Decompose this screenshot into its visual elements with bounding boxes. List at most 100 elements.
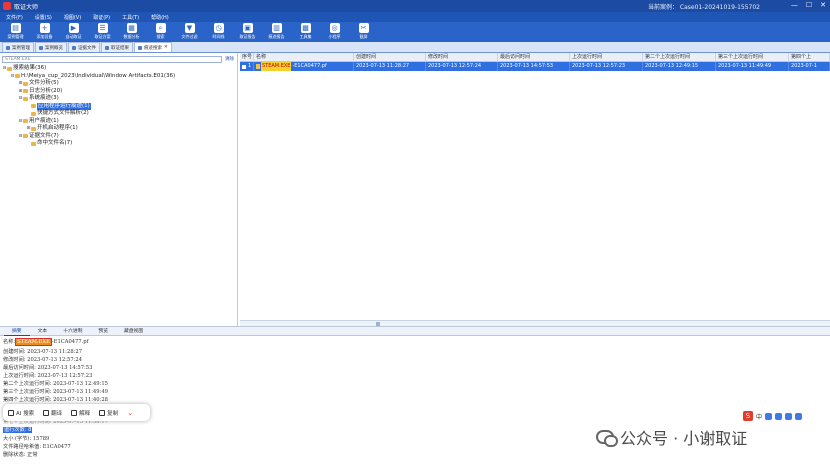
tree-node-label: 应用程序运行痕迹(1) (37, 102, 91, 110)
current-case: 当前案例： Case01-20241019-155702 (648, 4, 760, 11)
tab-results[interactable]: 取证结果 (101, 42, 133, 52)
tab-evidence[interactable]: 证据文件 (68, 42, 100, 52)
tab-summary[interactable]: 摘要 (4, 327, 30, 336)
tab-preview[interactable]: 预览 (90, 327, 116, 336)
column-header-last-run[interactable]: 上次运行时间 (570, 53, 643, 62)
table-row[interactable]: 1 STEAM.EXE -E1CA0477.pf 2023-07-13 11:2… (240, 62, 830, 71)
add-device-icon: + (39, 23, 50, 33)
tab-icon (72, 45, 76, 50)
tab-disk-view[interactable]: 藏盘视图 (116, 327, 151, 336)
report-icon: ▣ (242, 23, 253, 33)
folder-icon (23, 89, 28, 94)
detail-deleted: 删除状态: 正常 (3, 452, 38, 458)
toolbar-add-device-button[interactable]: + 添加设备 (33, 22, 56, 41)
detail-hash: 文件路径哈希值: E1CA0477 (3, 444, 71, 450)
folder-icon (31, 111, 36, 116)
tab-case-management[interactable]: 案例管理 (2, 42, 34, 52)
tree-node[interactable]: ⊟ 搜索结果(36) (2, 65, 236, 73)
toolbar-auto-button[interactable]: ▶ 自动取证 (62, 22, 85, 41)
detail-accessed: 最后访问时间: 2023-07-13 14:57:53 (3, 365, 93, 371)
tree-node-label: 命中文件名(7) (37, 140, 73, 146)
ai-search-icon (8, 409, 14, 416)
copy-button[interactable]: 复制 (99, 409, 118, 417)
toolbar-analysis-button[interactable]: ▦ 数据分析 (120, 22, 143, 41)
case-icon: ▤ (10, 23, 21, 33)
column-header-fourth-run[interactable]: 第四个上 (789, 53, 830, 62)
tab-trace-search[interactable]: 痕迹搜索 ✕ (134, 42, 172, 52)
tree-node[interactable]: 快捷方式文件解析(2) (2, 110, 236, 118)
clear-search-link[interactable]: 清除 (225, 56, 234, 62)
skin-icon[interactable] (785, 412, 793, 420)
grid-icon[interactable] (795, 412, 803, 420)
column-header-second-run[interactable]: 第二个上次运行时间 (643, 53, 716, 62)
search-result-panel: STEAM.EXE 清除 ⊟ 搜索结果(36) ⊟ H:\Meiya_cup_2023… (0, 53, 238, 326)
search-icon (138, 45, 142, 50)
column-header-created[interactable]: 创建时间 (354, 53, 426, 62)
tree-node[interactable]: ⊞ 文件分析(5) (2, 80, 236, 88)
tree-node[interactable]: ⊟ 用户痕迹(1) (2, 118, 236, 126)
scheme-icon: ☰ (97, 23, 108, 33)
tree-node[interactable]: ⊞ 日志分析(20) (2, 88, 236, 96)
page-tabs: 案例管理 案例概览 证据文件 取证结果 痕迹搜索 ✕ (0, 42, 830, 53)
tab-case-overview[interactable]: 案例概览 (35, 42, 67, 52)
toolbar-search-button[interactable]: ⌕ 搜索 (149, 22, 172, 41)
detail-second-run: 第二个上次运行时间: 2023-07-13 12:49:15 (3, 381, 108, 387)
toolbar-screenshot-button[interactable]: ✂ 截屏 (352, 22, 375, 41)
tab-close-icon[interactable]: ✕ (164, 45, 168, 50)
toolbar-tools-button[interactable]: ▩ 工具集 (294, 22, 317, 41)
column-header-index[interactable]: 序号 (240, 53, 254, 62)
toolbar-case-button[interactable]: ▤ 案例管理 (4, 22, 27, 41)
toolbar-scheme-button[interactable]: ☰ 取证方案 (91, 22, 114, 41)
column-header-accessed[interactable]: 最后访问时间 (498, 53, 570, 62)
folder-icon (31, 126, 36, 131)
result-tree: ⊟ 搜索结果(36) ⊟ H:\Meiya_cup_2023\Individual\W… (2, 65, 236, 148)
menu-settings[interactable]: 设置(S) (35, 14, 52, 21)
close-button[interactable]: ✕ (820, 1, 826, 9)
folder-icon (23, 134, 28, 139)
chevron-down-icon[interactable]: ⌄ (127, 409, 133, 417)
tree-node[interactable]: 应用程序运行痕迹(1) (2, 102, 236, 110)
search-input[interactable]: STEAM.EXE (2, 56, 222, 63)
ime-mode[interactable]: 中 (756, 412, 762, 421)
search-icon: ⌕ (155, 23, 166, 33)
row-accessed-cell: 2023-07-13 14:57:53 (498, 62, 570, 71)
menu-tools[interactable]: 工具(T) (122, 14, 139, 21)
minimize-button[interactable]: — (791, 1, 798, 9)
toolbar-report-button[interactable]: ▣ 取证报告 (236, 22, 259, 41)
sogou-icon[interactable]: S (743, 411, 753, 421)
column-header-modified[interactable]: 修改时间 (426, 53, 498, 62)
tree-node[interactable]: ⊟ H:\Meiya_cup_2023\Individual\Window Art… (2, 73, 236, 81)
toolbar-trace-report-button[interactable]: ▥ 痕迹报告 (265, 22, 288, 41)
menu-forensics[interactable]: 取证(P) (93, 14, 110, 21)
tree-node[interactable]: ⊟ 系统痕迹(3) (2, 95, 236, 103)
keyboard-icon[interactable] (765, 412, 773, 420)
selection-toolbar: AI 搜索 翻译 解释 复制 ⌄ (3, 404, 150, 421)
column-header-name[interactable]: 名称 (254, 53, 354, 62)
grid-header: 序号 名称 创建时间 修改时间 最后访问时间 上次运行时间 第二个上次运行时间 … (240, 53, 830, 62)
mic-icon[interactable] (775, 412, 783, 420)
folder-icon (15, 74, 20, 79)
menu-help[interactable]: 帮助(H) (151, 14, 169, 21)
row-checkbox[interactable] (242, 64, 246, 69)
run-count-highlight: 运行次数: 8 (3, 427, 33, 433)
menu-view[interactable]: 视图(V) (64, 14, 81, 21)
toolbar-timeline-button[interactable]: ◷ 时间线 (207, 22, 230, 41)
tree-node[interactable]: ⊟ 证据文件(7) (2, 133, 236, 141)
toolbar-miniapp-button[interactable]: ◎ 小程序 (323, 22, 346, 41)
detail-size: 大小 (字节): 15789 (3, 436, 50, 442)
translate-button[interactable]: 翻译 (43, 409, 62, 417)
tab-hex[interactable]: 十六进制 (55, 327, 90, 336)
menu-file[interactable]: 文件(F) (6, 14, 23, 21)
tree-node[interactable]: 命中文件名(7) (2, 140, 236, 148)
maximize-button[interactable]: ☐ (806, 1, 812, 9)
tree-node-label: H:\Meiya_cup_2023\Individual\Window Arti… (21, 72, 176, 79)
ai-search-button[interactable]: AI 搜索 (8, 409, 34, 417)
folder-icon (23, 81, 28, 86)
toolbar-filter-button[interactable]: ▼ 文件过滤 (178, 22, 201, 41)
explain-button[interactable]: 解释 (71, 409, 90, 417)
detail-last-run: 上次运行时间: 2023-07-13 12:57:23 (3, 373, 93, 379)
tree-node[interactable]: ⊞ 开机启动程序(1) (2, 125, 236, 133)
column-header-third-run[interactable]: 第三个上次运行时间 (716, 53, 789, 62)
copy-icon (99, 409, 106, 416)
tab-text[interactable]: 文本 (30, 327, 56, 336)
